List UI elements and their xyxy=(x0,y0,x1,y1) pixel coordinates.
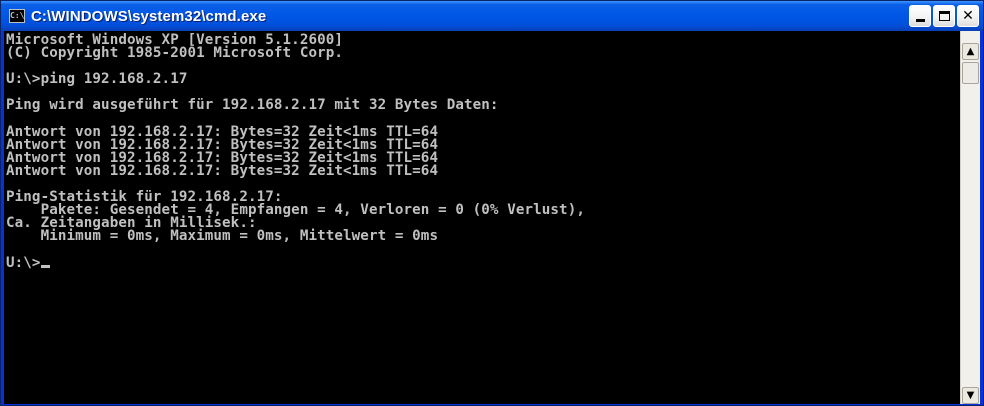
console-line: Minimum = 0ms, Maximum = 0ms, Mittelwert… xyxy=(6,228,439,245)
console-line: U:\> xyxy=(6,255,958,270)
console-output[interactable]: Microsoft Windows XP [Version 5.1.2600](… xyxy=(6,31,958,404)
cmd-icon[interactable]: C:\ xyxy=(9,9,25,23)
console-line: Ping wird ausgeführt für 192.168.2.17 mi… xyxy=(6,97,499,114)
arrow-down-icon: ▼ xyxy=(966,390,975,401)
scroll-up-button[interactable]: ▲ xyxy=(962,43,979,60)
close-icon: ✕ xyxy=(962,8,974,24)
scroll-down-button[interactable]: ▼ xyxy=(962,387,979,404)
console-line: Antwort von 192.168.2.17: Bytes=32 Zeit<… xyxy=(6,162,439,179)
maximize-button[interactable] xyxy=(933,5,955,27)
maximize-icon xyxy=(938,11,950,21)
console-line: (C) Copyright 1985-2001 Microsoft Corp. xyxy=(6,45,344,62)
close-button[interactable]: ✕ xyxy=(957,5,979,27)
title-bar[interactable]: C:\ C:\WINDOWS\system32\cmd.exe ✕ xyxy=(1,1,983,31)
console-area[interactable]: Microsoft Windows XP [Version 5.1.2600](… xyxy=(4,31,980,404)
minimize-icon xyxy=(915,18,925,22)
arrow-up-icon: ▲ xyxy=(966,46,975,57)
vertical-scrollbar[interactable]: ▲ ▼ xyxy=(960,31,980,404)
cmd-window: C:\ C:\WINDOWS\system32\cmd.exe ✕ Micros… xyxy=(0,0,984,406)
window-title: C:\WINDOWS\system32\cmd.exe xyxy=(31,7,267,25)
scroll-thumb[interactable] xyxy=(962,62,979,84)
console-line: U:\>ping 192.168.2.17 xyxy=(6,71,188,88)
window-controls: ✕ xyxy=(909,5,979,27)
minimize-button[interactable] xyxy=(909,5,931,27)
text-cursor xyxy=(40,264,50,268)
